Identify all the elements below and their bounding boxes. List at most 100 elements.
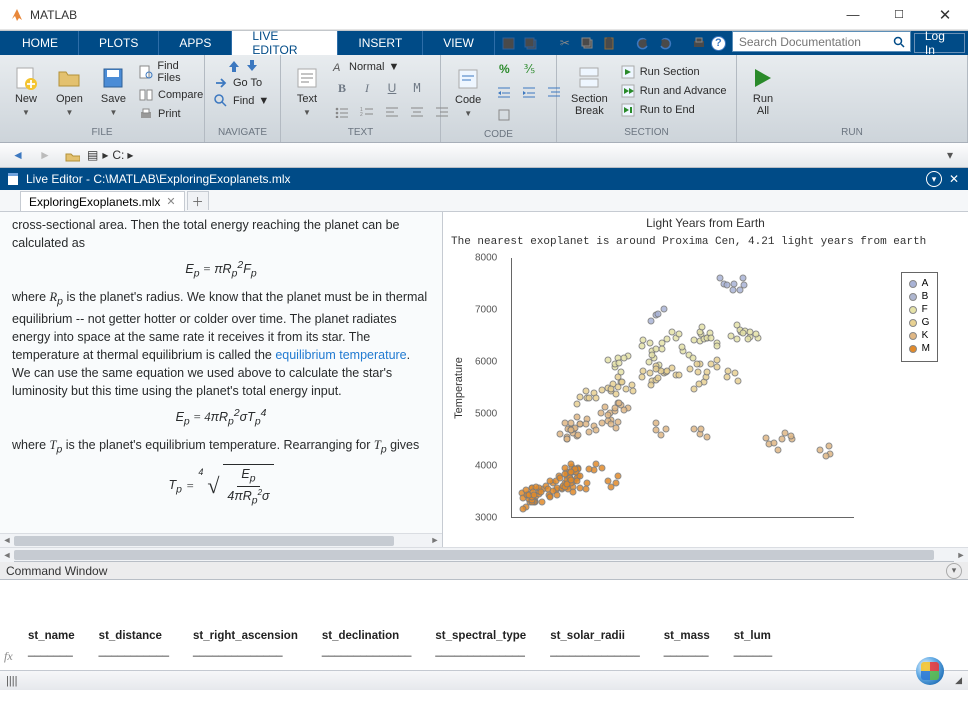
tabstrip: HOME PLOTS APPS LIVE EDITOR INSERT VIEW …	[0, 30, 968, 55]
align-left-button[interactable]	[381, 102, 403, 122]
search-box[interactable]	[732, 31, 911, 52]
find-button[interactable]: Find ▼	[213, 93, 269, 109]
outdent-icon[interactable]	[518, 82, 540, 102]
tab-live-editor[interactable]: LIVE EDITOR	[232, 31, 338, 55]
scroll-right-arrow[interactable]: ►	[954, 548, 968, 562]
command-window[interactable]: fx st_namest_distancest_right_ascensions…	[0, 580, 968, 670]
close-pane-icon[interactable]: ✕	[946, 171, 962, 187]
chart-legend: ABFGKM	[901, 272, 938, 362]
bold-button[interactable]: B	[331, 78, 353, 98]
undo-icon[interactable]	[633, 33, 653, 53]
tab-plots[interactable]: PLOTS	[79, 31, 159, 55]
svg-text:A: A	[332, 62, 340, 74]
open-button[interactable]: Open▼	[50, 63, 89, 120]
run-end-button[interactable]: Run to End	[620, 102, 727, 118]
text-pane[interactable]: cross-sectional area. Then the total ene…	[0, 212, 442, 547]
print-icon[interactable]	[689, 33, 709, 53]
fx-icon[interactable]: fx	[4, 648, 13, 664]
equation-3: Tp = 4 √ Ep 4πRp2σ	[12, 464, 430, 509]
save-button[interactable]: Save▼	[95, 63, 132, 120]
scrollbar-thumb[interactable]	[14, 536, 394, 546]
scroll-left-arrow[interactable]: ◄	[0, 534, 14, 547]
address-dropdown-icon[interactable]: ▾	[938, 145, 962, 165]
search-input[interactable]	[733, 35, 888, 49]
italic-button[interactable]: I	[356, 78, 378, 98]
output-pane: Light Years from Earth The nearest exopl…	[442, 212, 968, 547]
new-tab-button[interactable]: ＋	[187, 191, 209, 210]
search-go-icon[interactable]	[888, 36, 910, 48]
scrollbar-thumb[interactable]	[14, 550, 934, 560]
scroll-right-arrow[interactable]: ►	[428, 534, 442, 547]
chart-ylabel: Temperature	[453, 357, 465, 419]
dock-icon[interactable]: ▾	[926, 171, 942, 187]
new-button[interactable]: New▼	[8, 63, 44, 120]
help-icon[interactable]: ?	[711, 36, 726, 51]
nav-back-icon[interactable]: ◄	[6, 145, 30, 165]
nav-fwd-icon[interactable]: ►	[33, 145, 57, 165]
paste-icon[interactable]	[599, 33, 619, 53]
tab-apps[interactable]: APPS	[159, 31, 232, 55]
comment-icon[interactable]: %	[493, 59, 515, 79]
address-bar: ◄ ► ▤▸ C: ▸ ▾	[0, 143, 968, 168]
equilibrium-link[interactable]: equilibrium temperature	[275, 348, 406, 362]
plot-area	[511, 258, 854, 518]
doc-tab-active[interactable]: ExploringExoplanets.mlx ✕	[20, 191, 185, 211]
find-files-button[interactable]: Find Files	[138, 60, 203, 84]
arrow-down-icon	[245, 59, 259, 73]
tab-view[interactable]: VIEW	[423, 31, 495, 55]
quick-access-toolbar: ✂ ?	[499, 31, 726, 55]
style-icon: A	[331, 60, 345, 74]
liveeditor-path: Live Editor - C:\MATLAB\ExploringExoplan…	[26, 172, 291, 186]
section-break-button[interactable]: Section Break	[565, 63, 614, 120]
login-button[interactable]: Log In	[914, 33, 965, 53]
nav-up-icon[interactable]	[60, 145, 84, 165]
scatter-chart: Temperature 300040005000600070008000 ABF…	[481, 258, 942, 518]
style-dropdown[interactable]: A Normal ▼	[331, 60, 453, 74]
up-arrow-button[interactable]	[213, 59, 272, 73]
bullets-button[interactable]	[331, 102, 353, 122]
code-button[interactable]: Code▼	[449, 64, 487, 121]
address-path[interactable]: ▤▸ C: ▸	[87, 148, 935, 162]
save-icon[interactable]	[499, 33, 519, 53]
redo-icon[interactable]	[655, 33, 675, 53]
group-label-navigate: NAVIGATE	[205, 127, 280, 142]
print-button[interactable]: Print	[138, 106, 203, 122]
tab-home[interactable]: HOME	[2, 31, 79, 55]
titlebar: MATLAB — ☐ ✕	[0, 0, 968, 30]
goto-button[interactable]: Go To	[213, 75, 262, 91]
output-hscroll[interactable]: ◄ ►	[0, 547, 968, 561]
uncomment-icon[interactable]: ⅗	[518, 59, 540, 79]
cut-icon[interactable]: ✂	[555, 33, 575, 53]
close-button[interactable]: ✕	[922, 0, 968, 30]
run-all-button[interactable]: Run All	[745, 63, 781, 120]
close-tab-icon[interactable]: ✕	[166, 195, 175, 208]
run-section-button[interactable]: Run Section	[620, 64, 727, 80]
group-label-section: SECTION	[557, 127, 736, 142]
windows-orb-icon	[916, 657, 944, 685]
matlab-icon	[10, 8, 24, 22]
xlabel-top: Light Years from Earth	[451, 216, 960, 230]
minimize-button[interactable]: —	[830, 0, 876, 30]
refactor-icon[interactable]	[493, 105, 515, 125]
align-center-button[interactable]	[406, 102, 428, 122]
svg-text:2: 2	[360, 112, 363, 118]
run-advance-button[interactable]: Run and Advance	[620, 83, 727, 99]
save-all-icon[interactable]	[521, 33, 541, 53]
status-indicator: ||||	[6, 675, 17, 687]
section-break-label: Section Break	[571, 93, 608, 117]
numbering-button[interactable]: 12	[356, 102, 378, 122]
cmdwin-menu-icon[interactable]: ▾	[946, 563, 962, 579]
text-para-1: cross-sectional area. Then the total ene…	[12, 216, 430, 252]
indent-icon[interactable]	[493, 82, 515, 102]
equation-1: Ep = πRp2Fp	[12, 258, 430, 282]
underline-button[interactable]: U	[381, 78, 403, 98]
monospace-button[interactable]: M	[406, 78, 428, 98]
text-para-2: where Rp is the planet's radius. We know…	[12, 288, 430, 400]
scroll-left-arrow[interactable]: ◄	[0, 548, 14, 562]
maximize-button[interactable]: ☐	[876, 0, 922, 30]
copy-icon[interactable]	[577, 33, 597, 53]
results-table: st_namest_distancest_right_ascensionst_d…	[28, 629, 796, 670]
compare-button[interactable]: Compare	[138, 87, 203, 103]
tab-insert[interactable]: INSERT	[338, 31, 423, 55]
text-button[interactable]: Text▼	[289, 63, 325, 120]
